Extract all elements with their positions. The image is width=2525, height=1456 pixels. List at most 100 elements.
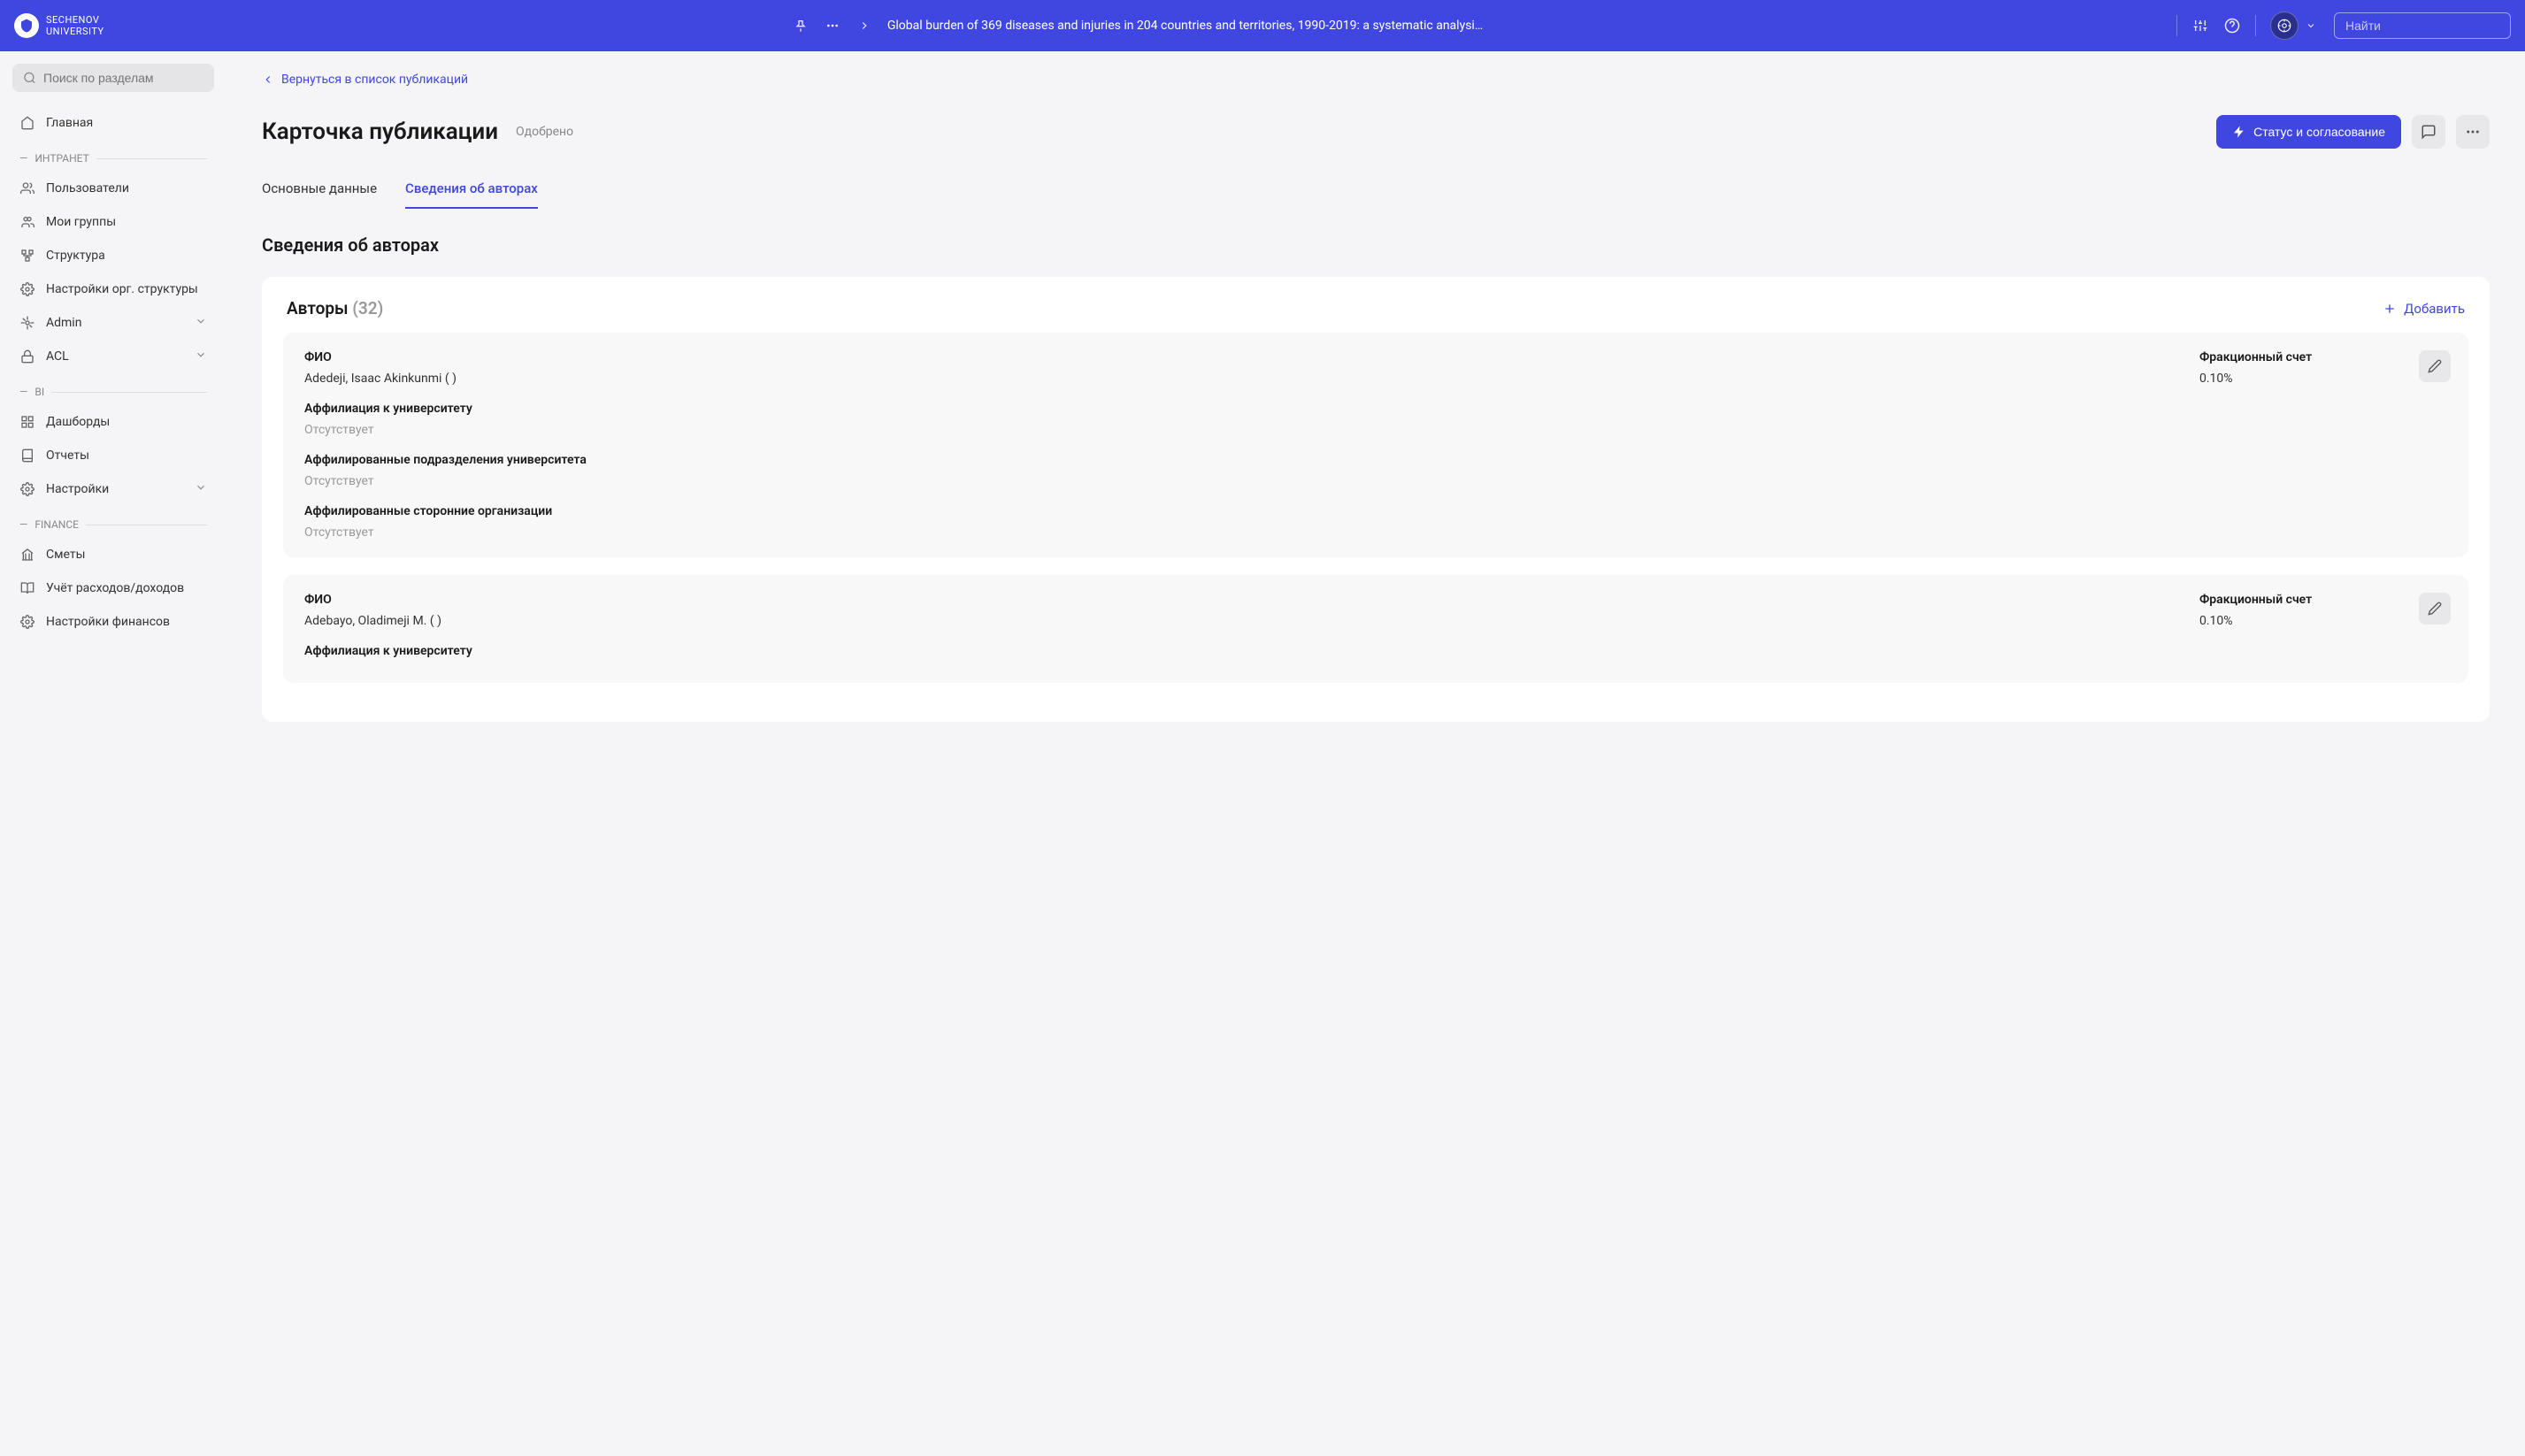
structure-icon bbox=[19, 248, 35, 264]
breadcrumb: Global burden of 369 diseases and injuri… bbox=[887, 19, 1489, 33]
sidebar-search-input[interactable] bbox=[43, 71, 203, 85]
author-card: ФИО Adedeji, Isaac Akinkunmi ( ) Фракцио… bbox=[283, 333, 2468, 557]
header-search[interactable] bbox=[2334, 12, 2511, 39]
admin-icon bbox=[19, 315, 35, 331]
sidebar-item-label: ACL bbox=[46, 349, 69, 364]
lightning-icon bbox=[2232, 125, 2246, 139]
affil-ext-value: Отсутствует bbox=[304, 525, 2447, 540]
status-button[interactable]: Статус и согласование bbox=[2216, 115, 2401, 149]
sidebar-item-label: Отчеты bbox=[46, 448, 89, 463]
comment-icon bbox=[2421, 124, 2437, 140]
sidebar-item-home[interactable]: Главная bbox=[12, 106, 214, 140]
tabs: Основные данные Сведения об авторах bbox=[262, 170, 2490, 210]
author-frac: 0.10% bbox=[2199, 372, 2447, 386]
divider bbox=[2176, 15, 2177, 36]
field-label-affil-uni: Аффилиация к университету bbox=[304, 644, 2447, 658]
field-label-affil-ext: Аффилированные сторонние организации bbox=[304, 504, 2447, 518]
chevron-down-icon bbox=[195, 315, 207, 331]
sidebar-item-label: Настройки финансов bbox=[46, 615, 170, 629]
help-icon[interactable] bbox=[2223, 17, 2241, 34]
book-icon bbox=[19, 580, 35, 596]
gear-icon bbox=[19, 614, 35, 630]
pencil-icon bbox=[2428, 359, 2442, 373]
chevron-left-icon bbox=[262, 73, 274, 86]
avatar bbox=[2270, 11, 2299, 40]
field-label-fio: ФИО bbox=[304, 350, 2129, 364]
more-icon[interactable] bbox=[824, 17, 841, 34]
gear-icon bbox=[19, 281, 35, 297]
logo[interactable]: SECHENOV UNIVERSITY bbox=[14, 13, 104, 38]
sidebar-item-admin[interactable]: Admin bbox=[12, 306, 214, 340]
lock-icon bbox=[19, 349, 35, 364]
sidebar-item-bi-settings[interactable]: Настройки bbox=[12, 472, 214, 506]
sidebar-item-label: Сметы bbox=[46, 548, 85, 562]
edit-author-button[interactable] bbox=[2419, 350, 2451, 382]
user-menu[interactable] bbox=[2270, 11, 2320, 40]
divider bbox=[2255, 15, 2256, 36]
sidebar-search[interactable] bbox=[12, 64, 214, 92]
reports-icon bbox=[19, 448, 35, 464]
users-icon bbox=[19, 180, 35, 196]
bank-icon bbox=[19, 547, 35, 563]
chevron-right-icon[interactable] bbox=[856, 17, 873, 34]
page-title: Карточка публикации bbox=[262, 119, 498, 145]
chevron-down-icon bbox=[195, 481, 207, 497]
add-author-button[interactable]: Добавить bbox=[2383, 301, 2465, 317]
pencil-icon bbox=[2428, 602, 2442, 616]
sidebar-item-structure[interactable]: Структура bbox=[12, 239, 214, 272]
pin-icon[interactable] bbox=[792, 17, 810, 34]
more-icon bbox=[2465, 124, 2481, 140]
field-label-affil-dept: Аффилированные подразделения университет… bbox=[304, 453, 2447, 467]
header-search-input[interactable] bbox=[2345, 19, 2506, 33]
sidebar-item-label: Учёт расходов/доходов bbox=[46, 581, 184, 595]
sidebar-item-label: Настройки bbox=[46, 482, 109, 496]
author-name: Adedeji, Isaac Akinkunmi ( ) bbox=[304, 372, 2129, 386]
sidebar-item-users[interactable]: Пользователи bbox=[12, 172, 214, 205]
gear-icon bbox=[19, 481, 35, 497]
affil-dept-value: Отсутствует bbox=[304, 474, 2447, 488]
author-frac: 0.10% bbox=[2199, 614, 2447, 628]
sidebar-item-label: Главная bbox=[46, 116, 93, 130]
chevron-down-icon bbox=[2302, 17, 2320, 34]
back-link[interactable]: Вернуться в список публикаций bbox=[262, 73, 468, 87]
sidebar-item-org-settings[interactable]: Настройки орг. структуры bbox=[12, 272, 214, 306]
logo-text: SECHENOV UNIVERSITY bbox=[46, 14, 104, 37]
affil-uni-value: Отсутствует bbox=[304, 423, 2447, 437]
sidebar-item-reports[interactable]: Отчеты bbox=[12, 439, 214, 472]
sidebar-item-finance-settings[interactable]: Настройки финансов bbox=[12, 605, 214, 639]
sidebar-item-dashboards[interactable]: Дашборды bbox=[12, 405, 214, 439]
field-label-frac: Фракционный счет bbox=[2199, 350, 2447, 364]
sidebar-item-label: Настройки орг. структуры bbox=[46, 282, 198, 296]
field-label-fio: ФИО bbox=[304, 593, 2129, 607]
tab-main-data[interactable]: Основные данные bbox=[262, 170, 377, 209]
home-icon bbox=[19, 115, 35, 131]
status-badge: Одобрено bbox=[516, 125, 573, 139]
dashboard-icon bbox=[19, 414, 35, 430]
authors-count: Авторы (32) bbox=[287, 298, 383, 318]
author-name: Adebayo, Oladimeji M. ( ) bbox=[304, 614, 2129, 628]
sidebar-item-label: Мои группы bbox=[46, 215, 116, 229]
sidebar-section-bi: —BI bbox=[12, 373, 214, 405]
more-button[interactable] bbox=[2456, 115, 2490, 149]
sidebar: Главная —ИНТРАНЕТ Пользователи Мои групп… bbox=[0, 51, 226, 1456]
sidebar-section-intranet: —ИНТРАНЕТ bbox=[12, 140, 214, 172]
section-title: Сведения об авторах bbox=[262, 234, 2490, 256]
sliders-icon[interactable] bbox=[2191, 17, 2209, 34]
field-label-frac: Фракционный счет bbox=[2199, 593, 2447, 607]
chevron-down-icon bbox=[195, 349, 207, 364]
sidebar-item-label: Дашборды bbox=[46, 415, 110, 429]
edit-author-button[interactable] bbox=[2419, 593, 2451, 625]
groups-icon bbox=[19, 214, 35, 230]
sidebar-item-groups[interactable]: Мои группы bbox=[12, 205, 214, 239]
sidebar-item-label: Пользователи bbox=[46, 181, 129, 195]
tab-authors[interactable]: Сведения об авторах bbox=[405, 170, 538, 209]
logo-icon bbox=[14, 13, 39, 38]
author-card: ФИО Adebayo, Oladimeji M. ( ) Фракционны… bbox=[283, 575, 2468, 683]
main-content: Вернуться в список публикаций Карточка п… bbox=[226, 51, 2525, 1456]
sidebar-item-acl[interactable]: ACL bbox=[12, 340, 214, 373]
sidebar-item-budgets[interactable]: Сметы bbox=[12, 538, 214, 571]
sidebar-item-label: Admin bbox=[46, 316, 81, 330]
sidebar-item-accounting[interactable]: Учёт расходов/доходов bbox=[12, 571, 214, 605]
comment-button[interactable] bbox=[2412, 115, 2445, 149]
sidebar-section-finance: —FINANCE bbox=[12, 506, 214, 538]
